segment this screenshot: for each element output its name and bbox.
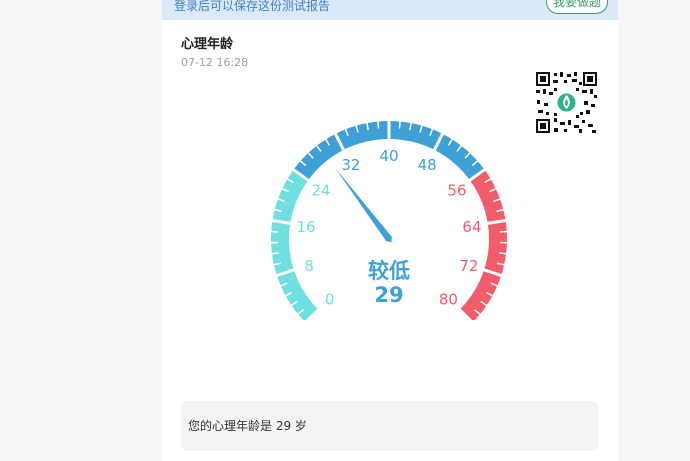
gauge-tick-label: 56 bbox=[447, 182, 466, 200]
answer-text: 您的心理年龄是 29 岁 bbox=[188, 419, 307, 433]
gauge-segment bbox=[459, 169, 507, 320]
gauge-tick-label: 32 bbox=[341, 156, 360, 174]
gauge-minor-tick bbox=[270, 230, 279, 233]
gauge-tick-label: 64 bbox=[462, 218, 481, 236]
report-time: 07-12 16:28 bbox=[181, 56, 249, 69]
gauge-minor-tick bbox=[270, 252, 279, 255]
gauge-minor-tick bbox=[499, 252, 508, 255]
banner-text: 登录后可以保存这份测试报告 bbox=[174, 0, 331, 13]
gauge-needle-shape bbox=[334, 167, 392, 243]
gauge-minor-tick bbox=[499, 230, 508, 233]
gauge-tick-label: 72 bbox=[459, 257, 478, 275]
gauge-minor-tick bbox=[377, 120, 380, 129]
qr-code-icon bbox=[534, 70, 599, 135]
gauge-tick-label: 40 bbox=[379, 147, 398, 165]
gauge-needle bbox=[334, 167, 392, 243]
gauge-tick-label: 0 bbox=[325, 290, 335, 308]
gauge-tick-label: 80 bbox=[439, 290, 458, 308]
take-test-button[interactable]: 我要做题 bbox=[545, 0, 608, 14]
gauge-minor-tick bbox=[398, 120, 401, 129]
login-banner: 登录后可以保存这份测试报告 我要做题 bbox=[162, 0, 618, 20]
gauge-tick-label: 8 bbox=[304, 257, 314, 275]
report-title: 心理年龄 bbox=[181, 37, 234, 52]
gauge-tick-label: 48 bbox=[418, 156, 437, 174]
gauge-level-text: 较低 bbox=[368, 259, 410, 283]
answer-box: 您的心理年龄是 29 岁 bbox=[181, 401, 598, 451]
age-gauge: 08 16 24 32 40 48 56 64 7280 较低 29 bbox=[270, 120, 508, 320]
gauge-tick-label: 16 bbox=[296, 218, 315, 236]
gauge-value-text: 29 bbox=[374, 283, 403, 307]
gauge-tick-label: 24 bbox=[311, 182, 330, 200]
